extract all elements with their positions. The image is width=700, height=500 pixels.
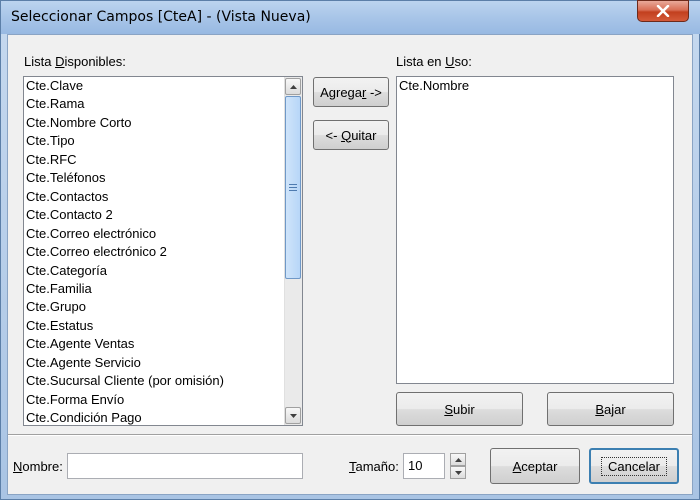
available-list-item[interactable]: Cte.Agente Ventas xyxy=(26,335,134,353)
available-list-item[interactable]: Cte.Condición Pago xyxy=(26,409,142,425)
size-label: Tamaño: xyxy=(349,459,399,474)
available-list-item[interactable]: Cte.Contactos xyxy=(26,188,108,206)
available-list-item[interactable]: Cte.Forma Envío xyxy=(26,391,124,409)
name-label: Nombre: xyxy=(13,459,63,474)
spin-up-icon xyxy=(454,457,462,462)
up-button[interactable]: Subir xyxy=(396,392,523,426)
arrow-up-icon xyxy=(289,84,297,89)
available-list-item[interactable]: Cte.Categoría xyxy=(26,262,107,280)
dialog-window: Seleccionar Campos [CteA] - (Vista Nueva… xyxy=(0,0,700,500)
scroll-down-button[interactable] xyxy=(285,407,301,424)
spin-down-icon xyxy=(454,470,462,475)
size-spin-up[interactable] xyxy=(450,453,466,466)
available-list-label: Lista Disponibles: xyxy=(24,54,126,69)
close-icon xyxy=(656,5,670,17)
available-list-item[interactable]: Cte.Familia xyxy=(26,280,92,298)
available-list-item[interactable]: Cte.Agente Servicio xyxy=(26,354,141,372)
in-use-list-label: Lista en Uso: xyxy=(396,54,472,69)
in-use-list-item[interactable]: Cte.Nombre xyxy=(399,77,469,95)
in-use-listbox[interactable]: Cte.Nombre xyxy=(396,76,674,384)
down-button[interactable]: Bajar xyxy=(547,392,674,426)
available-list-item[interactable]: Cte.Teléfonos xyxy=(26,169,106,187)
remove-button[interactable]: <- Quitar xyxy=(313,120,389,150)
cancel-label: Cancelar xyxy=(600,456,668,476)
available-list-item[interactable]: Cte.Tipo xyxy=(26,132,75,150)
add-button[interactable]: Agrega r -> xyxy=(313,77,389,107)
available-list-item[interactable]: Cte.Correo electrónico 2 xyxy=(26,243,167,261)
scroll-thumb[interactable] xyxy=(285,96,301,279)
available-list-item[interactable]: Cte.Correo electrónico xyxy=(26,225,156,243)
dialog-client: Lista Disponibles: Cte.Clave Cte.Rama Cte.… xyxy=(7,34,693,495)
available-scrollbar[interactable] xyxy=(284,77,302,425)
available-list-item[interactable]: Cte.Grupo xyxy=(26,298,86,316)
available-list-item[interactable]: Cte.Estatus xyxy=(26,317,93,335)
arrow-down-icon xyxy=(289,413,297,418)
scroll-up-button[interactable] xyxy=(285,78,301,95)
size-spin-down[interactable] xyxy=(450,466,466,479)
close-button[interactable] xyxy=(637,0,689,22)
available-list-item[interactable]: Cte.Contacto 2 xyxy=(26,206,113,224)
grip-icon xyxy=(289,184,297,191)
available-list-item[interactable]: Cte.Rama xyxy=(26,95,85,113)
title-bar[interactable]: Seleccionar Campos [CteA] - (Vista Nueva… xyxy=(1,0,700,34)
cancel-button[interactable]: Cancelar xyxy=(589,448,679,484)
available-listbox[interactable]: Cte.Clave Cte.Rama Cte.Nombre Corto Cte.Tip… xyxy=(23,76,303,426)
available-list-item[interactable]: Cte.RFC xyxy=(26,151,77,169)
available-list-item[interactable]: Cte.Sucursal Cliente (por omisión) xyxy=(26,372,224,390)
window-title: Seleccionar Campos [CteA] - (Vista Nueva… xyxy=(11,9,311,25)
ok-button[interactable]: Aceptar xyxy=(490,448,580,484)
name-input[interactable] xyxy=(67,453,303,479)
size-input[interactable]: 10 xyxy=(403,453,445,479)
available-list-item[interactable]: Cte.Clave xyxy=(26,77,83,95)
available-list-item[interactable]: Cte.Nombre Corto xyxy=(26,114,131,132)
footer-divider xyxy=(8,434,692,436)
